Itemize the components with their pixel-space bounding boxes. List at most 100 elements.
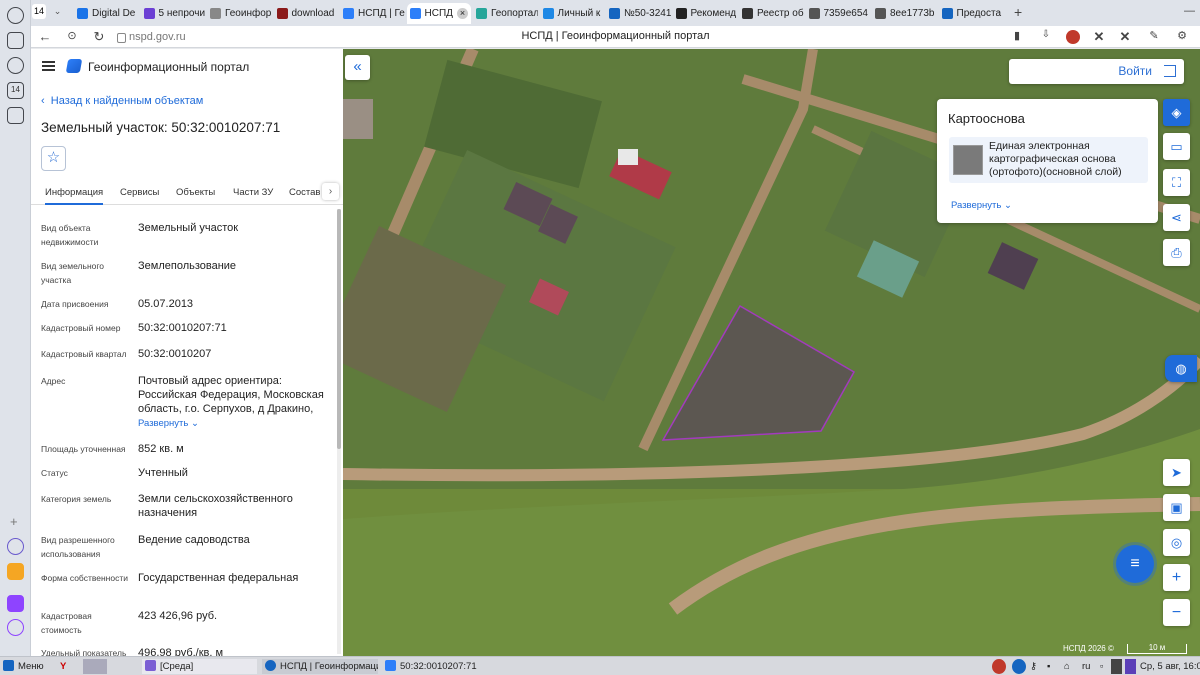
tab-services[interactable]: Сервисы	[120, 187, 159, 198]
yandex-browser-icon[interactable]: Y	[60, 659, 66, 674]
kaspersky-icon[interactable]: ✕	[1091, 29, 1107, 45]
attr-value: 50:32:0010207:71	[138, 322, 227, 334]
attr-label: Вид земельного участка	[41, 261, 105, 285]
network-icon[interactable]: ⌂	[1064, 659, 1070, 674]
attr-value: Земельный участок	[138, 222, 239, 234]
share-icon[interactable]: ⋖	[1163, 204, 1190, 231]
back-link[interactable]: ‹ Назад к найденным объектам	[41, 95, 203, 107]
tab-favicon-icon	[343, 8, 354, 19]
alice-icon[interactable]	[7, 538, 24, 555]
messenger-icon[interactable]	[7, 595, 24, 612]
browser-tab[interactable]: download	[274, 3, 339, 24]
play-icon[interactable]	[7, 57, 24, 74]
download-icon[interactable]: ⇩	[1038, 29, 1054, 40]
browser-tab[interactable]: Предоста	[939, 3, 1004, 24]
mail-icon[interactable]	[7, 563, 24, 580]
address-bar: ← ⊙ ↻ nspd.gov.ru НСПД | Геоинформационн…	[31, 26, 1200, 48]
map-view[interactable]: « Войти Картооснова Единая электронная к…	[343, 49, 1200, 656]
map-scale: 10 м	[1127, 644, 1187, 654]
ruler-icon[interactable]: ▭	[1163, 133, 1190, 160]
tray-icon-2[interactable]: ▪	[1047, 659, 1050, 674]
language-indicator[interactable]: ru	[1082, 659, 1090, 674]
address-expand-link[interactable]: Развернуть ⌄	[138, 418, 199, 429]
zoom-in-button[interactable]: +	[1163, 564, 1190, 591]
screenshot-icon[interactable]	[7, 107, 24, 124]
tab-parts[interactable]: Части ЗУ	[233, 187, 273, 198]
tab-objects[interactable]: Объекты	[176, 187, 215, 198]
taskbar-item[interactable]: [Среда]	[142, 659, 257, 674]
back-arrow-icon[interactable]: ←	[37, 29, 53, 44]
minimap-icon[interactable]: ▣	[1163, 494, 1190, 521]
tray-icon[interactable]	[992, 659, 1006, 674]
clock[interactable]: Ср, 5 авг, 16:00	[1140, 659, 1200, 674]
new-tab-button[interactable]: +	[1014, 4, 1022, 20]
tray-icon-4[interactable]	[1111, 659, 1122, 674]
yandex-app-icon[interactable]	[83, 659, 107, 674]
panel-scrollbar[interactable]	[337, 209, 341, 654]
tab-composition[interactable]: Состав	[289, 187, 320, 198]
minimize-icon[interactable]: —	[1184, 5, 1195, 17]
tray-icon-3[interactable]: ▫	[1100, 659, 1103, 674]
browser-tab[interactable]: Личный к	[540, 3, 605, 24]
chat-icon[interactable]: ≡	[1116, 545, 1154, 583]
reload-icon[interactable]: ↻	[91, 29, 107, 45]
bookmark-icon[interactable]: ▮	[1009, 29, 1025, 42]
browser-tab[interactable]: Геопортал	[473, 3, 538, 24]
login-button[interactable]: Войти	[1009, 59, 1184, 84]
login-icon	[1164, 65, 1176, 77]
attr-label: Статус	[41, 468, 68, 478]
browser-tab[interactable]: НСПД ×	[406, 3, 471, 24]
extension-icon-2[interactable]: ⚙	[1174, 29, 1190, 42]
add-icon[interactable]: +	[10, 514, 18, 529]
geo-search-icon[interactable]: ◎	[1163, 529, 1190, 556]
extension-icon[interactable]	[1066, 30, 1080, 44]
collections-icon[interactable]	[7, 32, 24, 49]
tab-label: 7359e654	[823, 8, 869, 19]
basemap-thumbnail	[953, 145, 983, 175]
browser-window: 14 + 14 ⌄ + — Digital De 5 непрочи Геоинфо…	[0, 0, 1200, 675]
collapse-panel-icon[interactable]: «	[345, 55, 370, 80]
protect-icon[interactable]: ⊙	[64, 29, 80, 42]
menu-icon[interactable]	[42, 61, 55, 71]
browser-tab[interactable]: НСПД | Ге	[340, 3, 405, 24]
browser-tab[interactable]: Digital De	[74, 3, 139, 24]
music-icon[interactable]	[7, 619, 24, 636]
tab-count-badge[interactable]: 14	[32, 4, 46, 19]
print-icon[interactable]: ⎙	[1163, 239, 1190, 266]
taskbar-item[interactable]: НСПД | Геоинформацио...	[262, 659, 378, 674]
tab-label: №50-3241	[624, 8, 671, 19]
tab-info[interactable]: Информация	[45, 187, 104, 205]
start-menu-button[interactable]: Меню	[3, 659, 44, 674]
key-icon[interactable]: ⚷	[1030, 659, 1037, 674]
taskbar-item[interactable]: 50:32:0010207:71	[382, 659, 502, 674]
tabs-scroll-right-icon[interactable]: ›	[322, 183, 339, 200]
locate-icon[interactable]: ➤	[1163, 459, 1190, 486]
tray-yandex-icon[interactable]	[1012, 659, 1026, 674]
browser-tab[interactable]: Рекоменд	[673, 3, 738, 24]
tray-icon-5[interactable]	[1125, 659, 1136, 674]
kaspersky-icon-2[interactable]: ✕	[1117, 29, 1133, 45]
browser-tab[interactable]: №50-3241	[606, 3, 671, 24]
url-field[interactable]: nspd.gov.ru	[115, 28, 199, 46]
history-icon[interactable]	[7, 7, 24, 24]
tabs-menu-icon[interactable]: ⌄	[50, 4, 65, 19]
zoom-out-button[interactable]: −	[1163, 599, 1190, 626]
browser-tab[interactable]: 8ee1773b	[872, 3, 937, 24]
tab-label: Рекоменд	[690, 8, 737, 19]
browser-tab[interactable]: Реестр об	[739, 3, 804, 24]
browser-tab[interactable]: 7359e654	[806, 3, 871, 24]
support-icon[interactable]: ◍	[1165, 355, 1197, 382]
layers-icon[interactable]: ◈	[1163, 99, 1190, 126]
basemap-layer-item[interactable]: Единая электронная картографическая осно…	[949, 137, 1148, 183]
attr-label: Удельный показатель	[41, 648, 127, 656]
favorite-star-icon[interactable]: ☆	[41, 146, 66, 171]
browser-tab[interactable]: 5 непрочи	[141, 3, 205, 24]
calendar-icon[interactable]: 14	[7, 82, 24, 99]
browser-tab[interactable]: Геоинфор	[207, 3, 272, 24]
attr-value: Почтовый адрес ориентира: Российская Фед…	[138, 375, 324, 415]
puzzle-icon[interactable]: ✎	[1146, 29, 1162, 42]
attr-label: Кадастровая стоимость	[41, 611, 92, 635]
basemap-expand-link[interactable]: Развернуть ⌄	[951, 200, 1012, 211]
select-area-icon[interactable]: ⛶	[1163, 169, 1190, 196]
close-tab-icon[interactable]: ×	[457, 8, 468, 19]
